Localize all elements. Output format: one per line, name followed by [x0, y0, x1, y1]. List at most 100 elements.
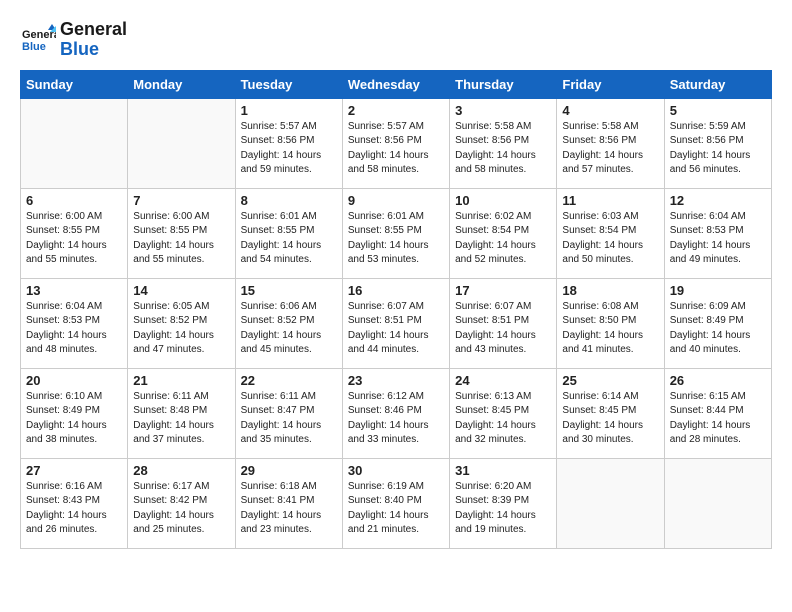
day-info: Sunrise: 5:59 AMSunset: 8:56 PMDaylight:… — [670, 120, 766, 178]
day-number: 23 — [348, 373, 444, 388]
day-info: Sunrise: 6:11 AMSunset: 8:48 PMDaylight:… — [133, 390, 229, 448]
day-number: 26 — [670, 373, 766, 388]
weekday-header-thursday: Thursday — [450, 70, 557, 98]
calendar-cell: 31 Sunrise: 6:20 AMSunset: 8:39 PMDayligh… — [450, 458, 557, 548]
calendar-cell: 17 Sunrise: 6:07 AMSunset: 8:51 PMDayligh… — [450, 278, 557, 368]
calendar-cell: 10 Sunrise: 6:02 AMSunset: 8:54 PMDayligh… — [450, 188, 557, 278]
calendar-cell: 7 Sunrise: 6:00 AMSunset: 8:55 PMDaylight… — [128, 188, 235, 278]
day-number: 10 — [455, 193, 551, 208]
calendar-cell: 1 Sunrise: 5:57 AMSunset: 8:56 PMDaylight… — [235, 98, 342, 188]
day-number: 30 — [348, 463, 444, 478]
day-number: 17 — [455, 283, 551, 298]
day-info: Sunrise: 6:00 AMSunset: 8:55 PMDaylight:… — [26, 210, 122, 268]
calendar-cell: 15 Sunrise: 6:06 AMSunset: 8:52 PMDayligh… — [235, 278, 342, 368]
calendar-cell — [557, 458, 664, 548]
day-info: Sunrise: 6:04 AMSunset: 8:53 PMDaylight:… — [26, 300, 122, 358]
day-info: Sunrise: 6:07 AMSunset: 8:51 PMDaylight:… — [455, 300, 551, 358]
calendar-cell: 8Sunrise: 6:01 AMSunset: 8:55 PMDaylight… — [235, 188, 342, 278]
logo-text: General Blue — [60, 20, 127, 60]
day-info: Sunrise: 5:57 AMSunset: 8:56 PMDaylight:… — [348, 120, 444, 178]
day-info: Sunrise: 6:07 AMSunset: 8:51 PMDaylight:… — [348, 300, 444, 358]
calendar-cell: 28 Sunrise: 6:17 AMSunset: 8:42 PMDayligh… — [128, 458, 235, 548]
calendar-table: SundayMondayTuesdayWednesdayThursdayFrid… — [20, 70, 772, 549]
day-number: 15 — [241, 283, 337, 298]
day-info: Sunrise: 6:02 AMSunset: 8:54 PMDaylight:… — [455, 210, 551, 268]
day-info: Sunrise: 6:17 AMSunset: 8:42 PMDaylight:… — [133, 480, 229, 538]
day-number: 2 — [348, 103, 444, 118]
calendar-week-row: 1 Sunrise: 5:57 AMSunset: 8:56 PMDaylight… — [21, 98, 772, 188]
day-info: Sunrise: 6:15 AMSunset: 8:44 PMDaylight:… — [670, 390, 766, 448]
day-number: 28 — [133, 463, 229, 478]
calendar-cell: 5 Sunrise: 5:59 AMSunset: 8:56 PMDaylight… — [664, 98, 771, 188]
calendar-cell: 22Sunrise: 6:11 AMSunset: 8:47 PMDayligh… — [235, 368, 342, 458]
day-number: 20 — [26, 373, 122, 388]
day-info: Sunrise: 6:01 AMSunset: 8:55 PMDaylight:… — [348, 210, 444, 268]
calendar-cell: 6 Sunrise: 6:00 AMSunset: 8:55 PMDaylight… — [21, 188, 128, 278]
calendar-week-row: 20 Sunrise: 6:10 AMSunset: 8:49 PMDayligh… — [21, 368, 772, 458]
calendar-cell: 12 Sunrise: 6:04 AMSunset: 8:53 PMDayligh… — [664, 188, 771, 278]
calendar-cell: 21 Sunrise: 6:11 AMSunset: 8:48 PMDayligh… — [128, 368, 235, 458]
day-number: 29 — [241, 463, 337, 478]
day-number: 8 — [241, 193, 337, 208]
day-info: Sunrise: 6:04 AMSunset: 8:53 PMDaylight:… — [670, 210, 766, 268]
day-number: 12 — [670, 193, 766, 208]
day-info: Sunrise: 6:00 AMSunset: 8:55 PMDaylight:… — [133, 210, 229, 268]
weekday-header-saturday: Saturday — [664, 70, 771, 98]
day-info: Sunrise: 6:18 AMSunset: 8:41 PMDaylight:… — [241, 480, 337, 538]
day-number: 21 — [133, 373, 229, 388]
calendar-cell: 4 Sunrise: 5:58 AMSunset: 8:56 PMDaylight… — [557, 98, 664, 188]
day-number: 11 — [562, 193, 658, 208]
calendar-cell: 14Sunrise: 6:05 AMSunset: 8:52 PMDayligh… — [128, 278, 235, 368]
weekday-header-wednesday: Wednesday — [342, 70, 449, 98]
day-info: Sunrise: 6:10 AMSunset: 8:49 PMDaylight:… — [26, 390, 122, 448]
weekday-header-sunday: Sunday — [21, 70, 128, 98]
day-number: 5 — [670, 103, 766, 118]
day-info: Sunrise: 6:12 AMSunset: 8:46 PMDaylight:… — [348, 390, 444, 448]
svg-text:General: General — [22, 29, 56, 41]
weekday-header-friday: Friday — [557, 70, 664, 98]
weekday-header-tuesday: Tuesday — [235, 70, 342, 98]
day-info: Sunrise: 6:16 AMSunset: 8:43 PMDaylight:… — [26, 480, 122, 538]
calendar-cell: 9 Sunrise: 6:01 AMSunset: 8:55 PMDaylight… — [342, 188, 449, 278]
day-number: 25 — [562, 373, 658, 388]
calendar-week-row: 13 Sunrise: 6:04 AMSunset: 8:53 PMDayligh… — [21, 278, 772, 368]
calendar-cell: 2 Sunrise: 5:57 AMSunset: 8:56 PMDaylight… — [342, 98, 449, 188]
day-info: Sunrise: 5:57 AMSunset: 8:56 PMDaylight:… — [241, 120, 337, 178]
day-info: Sunrise: 6:06 AMSunset: 8:52 PMDaylight:… — [241, 300, 337, 358]
calendar-cell: 26 Sunrise: 6:15 AMSunset: 8:44 PMDayligh… — [664, 368, 771, 458]
logo: General Blue General Blue — [20, 20, 127, 60]
day-number: 4 — [562, 103, 658, 118]
weekday-header-monday: Monday — [128, 70, 235, 98]
day-info: Sunrise: 6:09 AMSunset: 8:49 PMDaylight:… — [670, 300, 766, 358]
day-number: 27 — [26, 463, 122, 478]
calendar-week-row: 27 Sunrise: 6:16 AMSunset: 8:43 PMDayligh… — [21, 458, 772, 548]
calendar-cell: 13 Sunrise: 6:04 AMSunset: 8:53 PMDayligh… — [21, 278, 128, 368]
calendar-cell: 24Sunrise: 6:13 AMSunset: 8:45 PMDayligh… — [450, 368, 557, 458]
day-number: 13 — [26, 283, 122, 298]
svg-text:Blue: Blue — [22, 41, 46, 53]
day-info: Sunrise: 5:58 AMSunset: 8:56 PMDaylight:… — [455, 120, 551, 178]
day-number: 1 — [241, 103, 337, 118]
day-number: 9 — [348, 193, 444, 208]
calendar-header-row: SundayMondayTuesdayWednesdayThursdayFrid… — [21, 70, 772, 98]
calendar-cell: 18Sunrise: 6:08 AMSunset: 8:50 PMDayligh… — [557, 278, 664, 368]
day-info: Sunrise: 6:05 AMSunset: 8:52 PMDaylight:… — [133, 300, 229, 358]
day-info: Sunrise: 6:14 AMSunset: 8:45 PMDaylight:… — [562, 390, 658, 448]
logo-icon: General Blue — [20, 22, 56, 58]
day-info: Sunrise: 5:58 AMSunset: 8:56 PMDaylight:… — [562, 120, 658, 178]
calendar-cell: 25 Sunrise: 6:14 AMSunset: 8:45 PMDayligh… — [557, 368, 664, 458]
day-info: Sunrise: 6:20 AMSunset: 8:39 PMDaylight:… — [455, 480, 551, 538]
day-number: 16 — [348, 283, 444, 298]
day-number: 18 — [562, 283, 658, 298]
day-number: 6 — [26, 193, 122, 208]
day-number: 7 — [133, 193, 229, 208]
calendar-week-row: 6 Sunrise: 6:00 AMSunset: 8:55 PMDaylight… — [21, 188, 772, 278]
calendar-cell — [664, 458, 771, 548]
calendar-cell: 23 Sunrise: 6:12 AMSunset: 8:46 PMDayligh… — [342, 368, 449, 458]
day-number: 31 — [455, 463, 551, 478]
day-number: 19 — [670, 283, 766, 298]
calendar-cell: 3Sunrise: 5:58 AMSunset: 8:56 PMDaylight… — [450, 98, 557, 188]
calendar-cell: 30Sunrise: 6:19 AMSunset: 8:40 PMDayligh… — [342, 458, 449, 548]
day-number: 24 — [455, 373, 551, 388]
day-info: Sunrise: 6:03 AMSunset: 8:54 PMDaylight:… — [562, 210, 658, 268]
